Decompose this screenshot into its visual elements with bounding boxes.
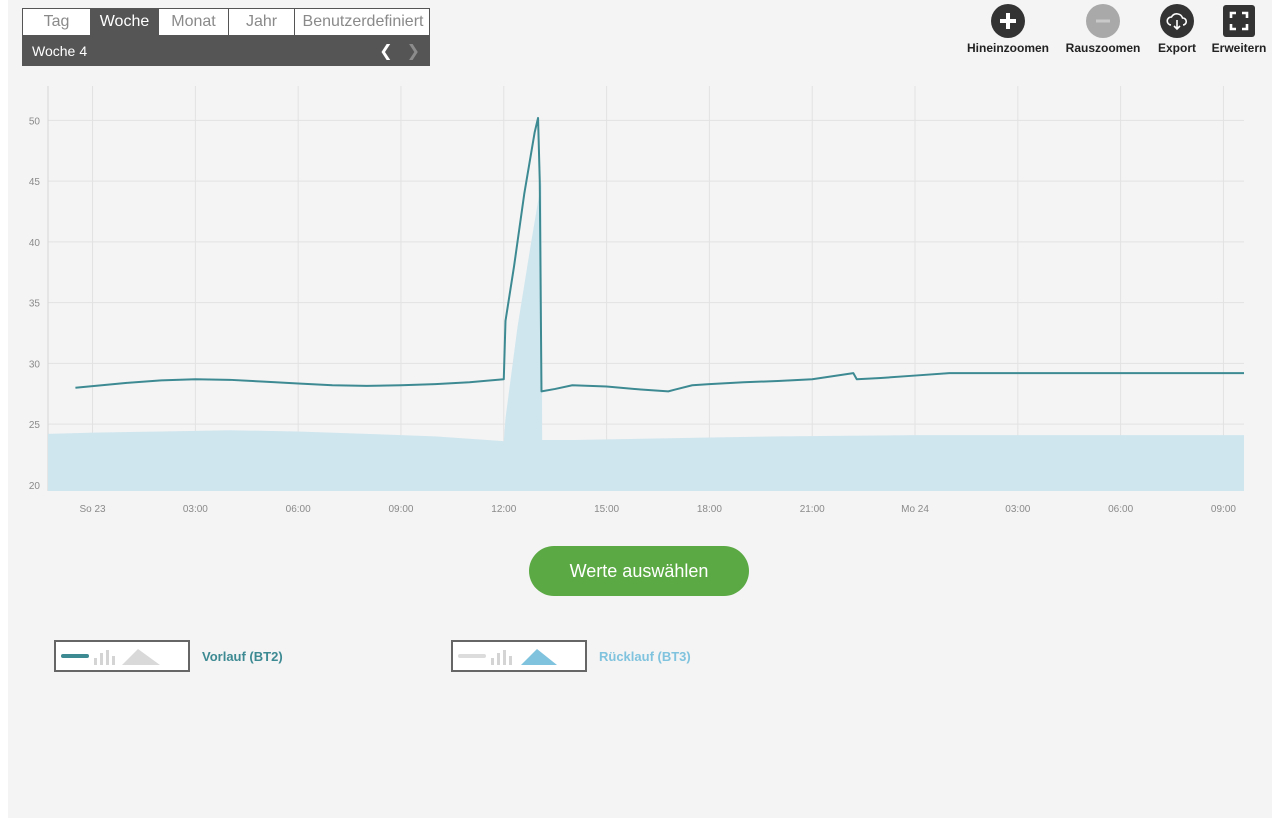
- x-tick-label: 03:00: [1005, 504, 1030, 515]
- tab-jahr[interactable]: Jahr: [229, 9, 295, 35]
- period-selector: Tag Woche Monat Jahr Benutzerdefiniert W…: [22, 8, 430, 66]
- legend-ruecklauf-label: Rücklauf (BT3): [599, 648, 691, 664]
- zoom-out-button[interactable]: Rauszoomen: [1060, 4, 1146, 55]
- fullscreen-icon: [1222, 4, 1256, 38]
- y-tick-label: 40: [29, 238, 41, 249]
- legend-vorlauf[interactable]: Vorlauf (BT2): [54, 640, 283, 672]
- y-tick-label: 30: [29, 359, 41, 370]
- y-tick-label: 35: [29, 299, 41, 310]
- week-number: 4: [79, 43, 88, 59]
- x-tick-label: So 23: [79, 504, 106, 515]
- line-series-icon: [61, 654, 89, 658]
- line-series-icon: [458, 654, 486, 658]
- chevron-right-icon[interactable]: ❯: [407, 41, 420, 61]
- expand-button[interactable]: Erweitern: [1208, 4, 1270, 55]
- x-tick-label: 06:00: [1108, 504, 1133, 515]
- week-text: Woche: [32, 43, 76, 59]
- zoom-in-button[interactable]: Hineinzoomen: [962, 4, 1054, 55]
- y-tick-label: 20: [29, 481, 41, 492]
- x-tick-label: 06:00: [286, 504, 311, 515]
- x-tick-label: 15:00: [594, 504, 619, 515]
- plus-circle-icon: [991, 4, 1025, 38]
- ruecklauf-area: [48, 181, 1244, 491]
- x-tick-label: 09:00: [388, 504, 413, 515]
- temperature-chart: 20 25 30 35 40 45 50 So 23 03:00 06:00 09:00 12:00 1…: [0, 80, 1264, 520]
- bar-series-icon: [491, 650, 512, 665]
- legend-vorlauf-toggle[interactable]: [54, 640, 190, 672]
- area-series-icon: [122, 649, 160, 665]
- x-tick-label: 09:00: [1211, 504, 1236, 515]
- legend-ruecklauf[interactable]: Rücklauf (BT3): [451, 640, 691, 672]
- x-tick-label: 12:00: [491, 504, 516, 515]
- tab-woche[interactable]: Woche: [91, 9, 159, 35]
- chevron-left-icon[interactable]: ❮: [379, 41, 392, 61]
- legend-ruecklauf-toggle[interactable]: [451, 640, 587, 672]
- x-tick-label: 21:00: [800, 504, 825, 515]
- minus-circle-icon: [1086, 4, 1120, 38]
- area-series-icon: [521, 649, 557, 665]
- vorlauf-line: [75, 116, 1244, 393]
- expand-label: Erweitern: [1211, 41, 1267, 55]
- cloud-download-icon: [1160, 4, 1194, 38]
- zoom-in-label: Hineinzoomen: [966, 41, 1049, 55]
- tab-monat[interactable]: Monat: [159, 9, 229, 35]
- select-values-button[interactable]: Werte auswählen: [529, 546, 749, 596]
- week-label: Woche 4: [32, 43, 91, 59]
- y-tick-label: 25: [29, 420, 41, 431]
- week-arrows: ❮ ❯: [379, 41, 420, 61]
- tab-tag[interactable]: Tag: [23, 9, 91, 35]
- zoom-out-label: Rauszoomen: [1065, 41, 1141, 55]
- x-tick-label: 03:00: [183, 504, 208, 515]
- x-tick-label: Mo 24: [901, 504, 929, 515]
- week-navigation: Woche 4 ❮ ❯: [22, 36, 430, 66]
- y-tick-label: 45: [29, 177, 41, 188]
- x-tick-label: 18:00: [697, 504, 722, 515]
- tab-benutzerdefiniert[interactable]: Benutzerdefiniert: [295, 9, 431, 35]
- chart-toolbar: Hineinzoomen Rauszoomen Export Erweitern: [962, 4, 1270, 55]
- bar-series-icon: [94, 650, 115, 665]
- export-button[interactable]: Export: [1152, 4, 1202, 55]
- export-label: Export: [1157, 41, 1196, 55]
- period-tabs: Tag Woche Monat Jahr Benutzerdefiniert: [22, 8, 430, 36]
- chart-svg: 20 25 30 35 40 45 50 So 23 03:00 06:00 09:00 12:00 1…: [29, 86, 1244, 515]
- legend-vorlauf-label: Vorlauf (BT2): [202, 648, 283, 664]
- y-tick-label: 50: [29, 116, 41, 127]
